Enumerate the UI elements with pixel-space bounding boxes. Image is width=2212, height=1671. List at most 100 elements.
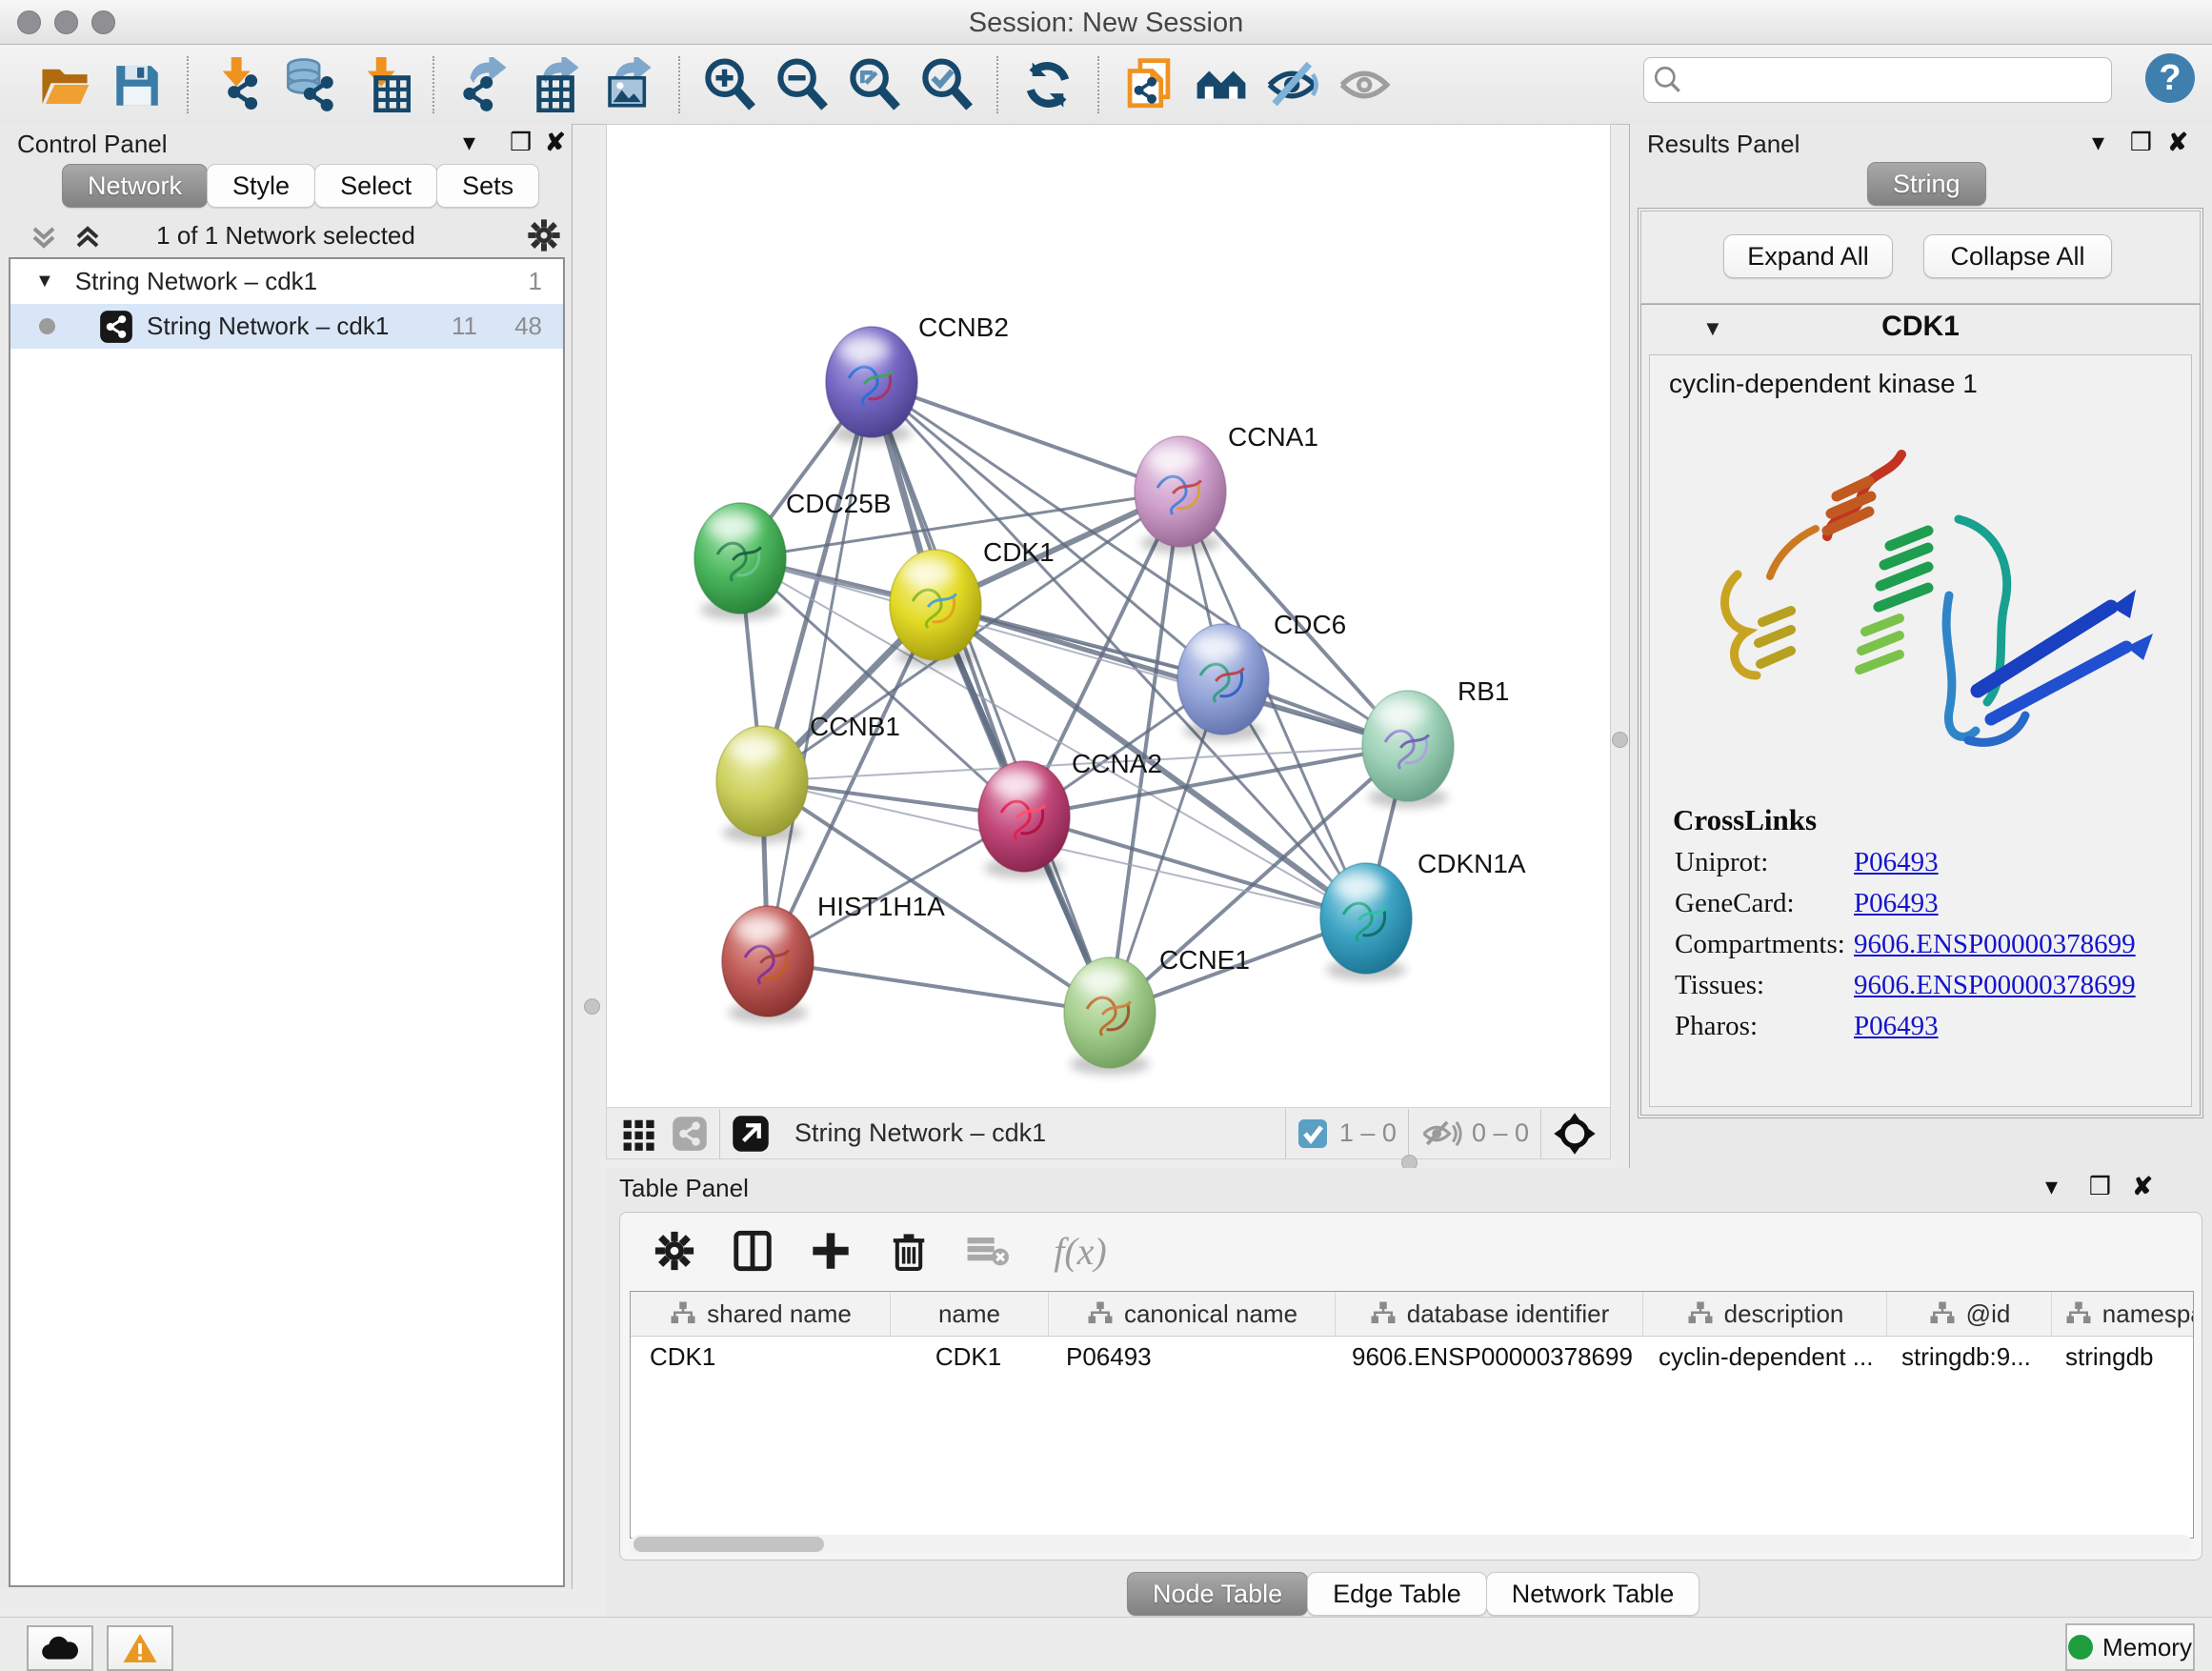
apply-layout-icon[interactable] bbox=[1018, 55, 1077, 114]
panel-menu-icon[interactable]: ▾ bbox=[463, 128, 475, 157]
grid-mode-icon[interactable] bbox=[620, 1116, 656, 1152]
memory-button[interactable]: Memory bbox=[2065, 1623, 2195, 1671]
right-splitter-handle[interactable] bbox=[1612, 732, 1628, 748]
table-horizontal-scrollbar[interactable] bbox=[630, 1535, 2192, 1554]
panel-float-icon[interactable]: ❒ bbox=[2089, 1172, 2111, 1201]
zoom-fit-icon[interactable] bbox=[845, 55, 904, 114]
help-button[interactable]: ? bbox=[2145, 53, 2195, 103]
show-columns-icon[interactable] bbox=[725, 1223, 780, 1278]
table-cell[interactable]: stringdb:9... bbox=[1882, 1337, 2046, 1380]
crosslink-link[interactable]: P06493 bbox=[1854, 847, 1939, 878]
detach-view-icon[interactable] bbox=[732, 1115, 770, 1153]
network-node-CCNA1[interactable]: CCNA1 bbox=[1135, 422, 1318, 554]
table-row[interactable]: CDK1CDK1P064939606.ENSP00000378699cyclin… bbox=[631, 1337, 2193, 1380]
import-table-file-icon[interactable] bbox=[353, 55, 412, 114]
tab-network-table[interactable]: Network Table bbox=[1486, 1572, 1700, 1616]
zoom-out-icon[interactable] bbox=[773, 55, 832, 114]
tree-caret-icon[interactable]: ▼ bbox=[35, 271, 54, 292]
gear-icon[interactable] bbox=[526, 217, 562, 253]
tab-node-table[interactable]: Node Table bbox=[1127, 1572, 1308, 1616]
network-node-HIST1H1A[interactable]: HIST1H1A bbox=[722, 892, 945, 1023]
scrollbar-thumb[interactable] bbox=[633, 1537, 824, 1552]
control-panel: Control Panel ▾ ❒ ✘ NetworkStyleSelectSe… bbox=[0, 124, 573, 1589]
network-node-CCNE1[interactable]: CCNE1 bbox=[1064, 945, 1250, 1075]
column-header-@id[interactable]: @id bbox=[1887, 1292, 2052, 1336]
tab-edge-table[interactable]: Edge Table bbox=[1307, 1572, 1487, 1616]
delete-table-icon[interactable] bbox=[959, 1223, 1015, 1278]
open-session-icon[interactable] bbox=[35, 55, 94, 114]
panel-close-icon[interactable]: ✘ bbox=[2132, 1172, 2153, 1201]
network-node-CDKN1A[interactable]: CDKN1A bbox=[1320, 849, 1526, 980]
column-header-namespace[interactable]: namespace bbox=[2052, 1292, 2194, 1336]
birds-eye-icon[interactable] bbox=[1553, 1112, 1597, 1156]
network-collection-row[interactable]: ▼ String Network – cdk1 1 bbox=[10, 259, 563, 304]
column-header-name[interactable]: name bbox=[891, 1292, 1049, 1336]
tab-string[interactable]: String bbox=[1867, 162, 1986, 206]
selected-checkbox-icon[interactable] bbox=[1297, 1118, 1328, 1149]
table-cell[interactable]: stringdb bbox=[2046, 1337, 2194, 1380]
network-node-CCNB2[interactable]: CCNB2 bbox=[826, 312, 1009, 444]
network-row[interactable]: String Network – cdk1 11 48 bbox=[10, 304, 563, 349]
first-neighbors-icon[interactable] bbox=[1192, 55, 1251, 114]
network-edge[interactable] bbox=[768, 961, 1110, 1013]
create-column-icon[interactable] bbox=[803, 1223, 858, 1278]
crosslink-link[interactable]: P06493 bbox=[1854, 888, 1939, 919]
cloud-button[interactable] bbox=[27, 1625, 93, 1671]
network-edge[interactable] bbox=[872, 382, 1180, 492]
save-session-icon[interactable] bbox=[108, 55, 167, 114]
expand-all-button[interactable]: Expand All bbox=[1723, 234, 1893, 278]
crosslink-label: GeneCard: bbox=[1675, 888, 1854, 919]
left-splitter-handle[interactable] bbox=[584, 998, 600, 1015]
network-node-RB1[interactable]: RB1 bbox=[1362, 676, 1509, 808]
show-all-icon[interactable] bbox=[1337, 55, 1396, 114]
panel-close-icon[interactable]: ✘ bbox=[2167, 128, 2188, 157]
column-header-database-identifier[interactable]: database identifier bbox=[1336, 1292, 1643, 1336]
panel-float-icon[interactable]: ❒ bbox=[510, 128, 532, 157]
node-label-CDC6: CDC6 bbox=[1274, 610, 1346, 639]
network-view-title: String Network – cdk1 bbox=[794, 1118, 1046, 1148]
column-header-shared-name[interactable]: shared name bbox=[631, 1292, 891, 1336]
export-table-icon[interactable] bbox=[527, 55, 586, 114]
table-cell[interactable]: cyclin-dependent ... bbox=[1639, 1337, 1882, 1380]
panel-float-icon[interactable]: ❒ bbox=[2130, 128, 2152, 157]
collapse-all-button[interactable]: Collapse All bbox=[1923, 234, 2112, 278]
export-network-icon[interactable] bbox=[454, 55, 513, 114]
network-canvas[interactable]: CCNB2 CCNA1 CDC25B CDK1 CDC6 RB1 CCNB1 bbox=[606, 124, 1611, 1109]
tab-sets[interactable]: Sets bbox=[436, 164, 539, 208]
table-cell[interactable]: P06493 bbox=[1047, 1337, 1333, 1380]
export-image-icon[interactable] bbox=[599, 55, 658, 114]
crosslink-label: Compartments: bbox=[1675, 929, 1854, 960]
table-cell[interactable]: 9606.ENSP00000378699 bbox=[1333, 1337, 1639, 1380]
table-cell[interactable]: CDK1 bbox=[631, 1337, 890, 1380]
table-settings-gear-icon[interactable] bbox=[647, 1223, 702, 1278]
clone-network-icon[interactable] bbox=[1119, 55, 1178, 114]
crosslink-row: Uniprot:P06493 bbox=[1675, 847, 2191, 878]
import-network-file-icon[interactable] bbox=[209, 55, 268, 114]
column-header-canonical-name[interactable]: canonical name bbox=[1049, 1292, 1336, 1336]
crosslink-link[interactable]: P06493 bbox=[1854, 1011, 1939, 1042]
zoom-selected-icon[interactable] bbox=[917, 55, 976, 114]
tab-network[interactable]: Network bbox=[62, 164, 208, 208]
hide-selected-icon[interactable] bbox=[1264, 55, 1323, 114]
panel-menu-icon[interactable]: ▾ bbox=[2092, 128, 2104, 157]
warning-button[interactable] bbox=[107, 1625, 173, 1671]
function-builder-icon[interactable]: f(x) bbox=[1037, 1223, 1123, 1278]
network-node-CDC25B[interactable]: CDC25B bbox=[694, 489, 891, 620]
panel-menu-icon[interactable]: ▾ bbox=[2045, 1172, 2058, 1201]
node-label-CDKN1A: CDKN1A bbox=[1418, 849, 1526, 878]
crosslink-link[interactable]: 9606.ENSP00000378699 bbox=[1854, 929, 2136, 960]
table-cell[interactable]: CDK1 bbox=[890, 1337, 1047, 1380]
network-edge[interactable] bbox=[768, 382, 872, 961]
delete-column-trash-icon[interactable] bbox=[881, 1223, 936, 1278]
panel-close-icon[interactable]: ✘ bbox=[545, 128, 566, 157]
network-node-CCNA2[interactable]: CCNA2 bbox=[978, 749, 1162, 878]
tab-select[interactable]: Select bbox=[314, 164, 437, 208]
column-header-description[interactable]: description bbox=[1643, 1292, 1887, 1336]
crosslink-link[interactable]: 9606.ENSP00000378699 bbox=[1854, 970, 2136, 1001]
tab-style[interactable]: Style bbox=[207, 164, 315, 208]
import-network-database-icon[interactable] bbox=[281, 55, 340, 114]
search-input[interactable] bbox=[1692, 66, 2111, 94]
hidden-eye-icon[interactable] bbox=[1420, 1115, 1462, 1153]
view-mode-icon[interactable] bbox=[672, 1116, 708, 1152]
zoom-in-icon[interactable] bbox=[700, 55, 759, 114]
